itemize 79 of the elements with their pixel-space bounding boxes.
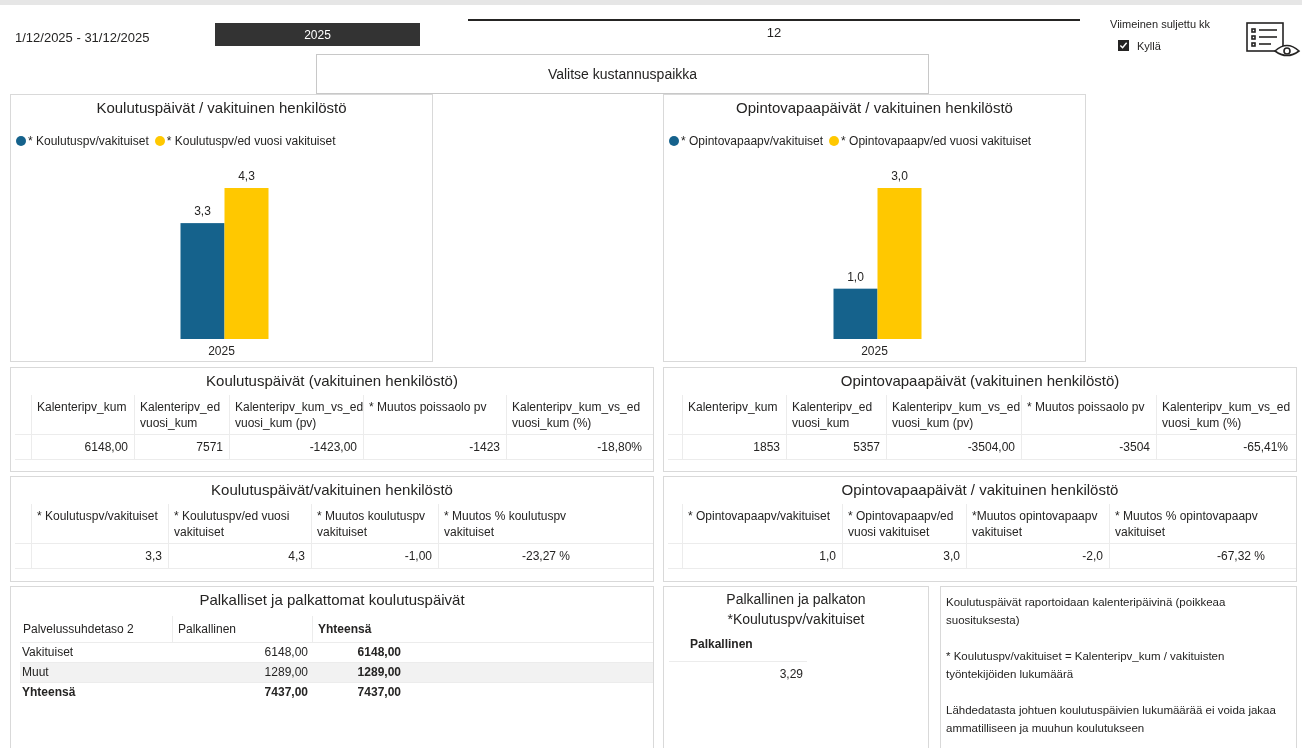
table-cell: -1423 xyxy=(363,434,506,459)
checkbox[interactable] xyxy=(1118,40,1129,52)
total-cell-text: 7437,00 xyxy=(263,684,309,701)
table-title: Opintovapaapäivät (vakituinen henkilöstö) xyxy=(839,371,1121,391)
column-header[interactable]: * Muutos poissaolo pv xyxy=(1021,394,1156,434)
table-title: Koulutuspäivät (vakituinen henkilöstö) xyxy=(205,371,459,391)
year-slicer[interactable]: 2025 xyxy=(215,23,420,46)
table-cell: -18,80% xyxy=(506,434,648,459)
column-header[interactable]: Kalenteripv_ed vuosi_kum xyxy=(134,394,229,434)
column-header[interactable]: Palkallinen xyxy=(690,635,928,661)
table-cell: 4,3 xyxy=(168,543,311,568)
axis-label: 2025 xyxy=(861,343,888,358)
table-cell-text: 1289,00 xyxy=(263,664,309,681)
table-cell-text: Muut xyxy=(21,664,50,681)
table-title: Opintovapaapäivät / vakituinen henkilöstö xyxy=(840,480,1120,500)
column-header[interactable]: Kalenteripv_kum_vs_ed vuosi_kum (%) xyxy=(506,394,648,434)
table-cell: 3,29 xyxy=(669,661,807,686)
table-cell: -3504,00 xyxy=(886,434,1021,459)
column-header[interactable]: * Muutos % koulutuspv vakituiset xyxy=(438,503,576,543)
total-cell-text: 7437,00 xyxy=(356,684,402,701)
column-header[interactable]: Kalenteripv_ed vuosi_kum xyxy=(786,394,886,434)
legend-label: * Koulutuspv/vakituiset xyxy=(28,132,149,150)
table-cell: -65,41% xyxy=(1156,434,1294,459)
column-header[interactable]: Kalenteripv_kum_vs_ed vuosi_kum (pv) xyxy=(229,394,363,434)
table-cell: -3504 xyxy=(1021,434,1156,459)
column-header[interactable]: Yhteensä xyxy=(312,615,405,642)
table-cell: 3,3 xyxy=(31,543,168,568)
table-cell: -2,0 xyxy=(966,543,1109,568)
data-label: 1,0 xyxy=(847,269,864,284)
column-header[interactable]: Palvelussuhdetaso 2 xyxy=(20,615,172,642)
table-cell: 5357 xyxy=(786,434,886,459)
table-cell: -23,27 % xyxy=(438,543,576,568)
filter-title: Viimeinen suljettu kk xyxy=(1110,17,1212,32)
table-cell: 6148,00 xyxy=(31,434,134,459)
checkbox-label[interactable]: Kyllä xyxy=(1137,37,1161,54)
column-header[interactable]: * Opintovapaapv/vakituiset xyxy=(682,503,842,543)
note-text: Lähdedatasta johtuen koulutuspäivien lukumäärää ei voida jakaa ammatilliseen ja muuhun koulutukseen xyxy=(946,703,1277,736)
table-cell-text: 1289,00 xyxy=(356,664,402,681)
chart-title: Koulutuspäivät / vakituinen henkilöstö xyxy=(95,98,348,118)
card-title: Palkallinen ja palkaton xyxy=(725,590,867,609)
table-cell: 7571 xyxy=(134,434,229,459)
table-cell-text: 6148,00 xyxy=(263,644,309,661)
note-text: * Koulutuspv/vakituiset = Kalenteripv_kum / vakituisten työntekijöiden lukumäärä xyxy=(946,649,1226,682)
column-header[interactable]: * Muutos poissaolo pv xyxy=(363,394,506,434)
table-cell: 1853 xyxy=(682,434,786,459)
column-header[interactable]: Kalenteripv_kum xyxy=(682,394,786,434)
table-cell-text: 6148,00 xyxy=(356,644,402,661)
column-header[interactable]: * Opintovapaapv/ed vuosi vakituiset xyxy=(842,503,966,543)
axis-label: 2025 xyxy=(208,343,235,358)
month-slicer[interactable]: 12 xyxy=(468,19,1080,45)
table-cell: 3,0 xyxy=(842,543,966,568)
data-label: 3,3 xyxy=(194,203,211,218)
column-header[interactable]: Palkallinen xyxy=(172,615,312,642)
card-title: *Koulutuspv/vakituiset xyxy=(726,610,866,629)
column-header[interactable]: * Koulutuspv/ed vuosi vakituiset xyxy=(168,503,311,543)
column-header[interactable]: * Muutos koulutuspv vakituiset xyxy=(311,503,438,543)
note-text: Koulutuspäivät raportoidaan kalenteripäivinä (poikkeaa suosituksesta) xyxy=(946,595,1227,628)
table-title: Palkalliset ja palkattomat koulutuspäivät xyxy=(198,590,466,610)
table-cell: 1,0 xyxy=(682,543,842,568)
column-header[interactable]: Kalenteripv_kum xyxy=(31,394,134,434)
table-title: Koulutuspäivät/vakituinen henkilöstö xyxy=(210,480,454,500)
table-cell: -1423,00 xyxy=(229,434,363,459)
legend-label: * Opintovapaapv/ed vuosi vakituiset xyxy=(841,132,1032,150)
data-label: 3,0 xyxy=(891,168,908,183)
column-header[interactable]: Kalenteripv_kum_vs_ed vuosi_kum (%) xyxy=(1156,394,1294,434)
column-header[interactable]: * Koulutuspv/vakituiset xyxy=(31,503,168,543)
data-label: 4,3 xyxy=(238,168,255,183)
chart-title: Opintovapaapäivät / vakituinen henkilöstö xyxy=(735,98,1014,118)
column-header[interactable]: *Muutos opintovapaapv vakituiset xyxy=(966,503,1109,543)
table-cell-text: Vakituiset xyxy=(21,644,75,661)
date-range: 1/12/2025 - 31/12/2025 xyxy=(15,29,151,47)
legend-label: * Koulutuspv/ed vuosi vakituiset xyxy=(166,132,336,150)
legend-label: * Opintovapaapv/vakituiset xyxy=(681,132,824,150)
total-cell-text: Yhteensä xyxy=(21,684,77,701)
cost-center-button[interactable]: Valitse kustannuspaikka xyxy=(316,54,929,94)
column-header[interactable]: Kalenteripv_kum_vs_ed vuosi_kum (pv) xyxy=(886,394,1021,434)
table-cell: -1,00 xyxy=(311,543,438,568)
column-header[interactable]: * Muutos % opintovapaapv vakituiset xyxy=(1109,503,1271,543)
table-cell: -67,32 % xyxy=(1109,543,1271,568)
